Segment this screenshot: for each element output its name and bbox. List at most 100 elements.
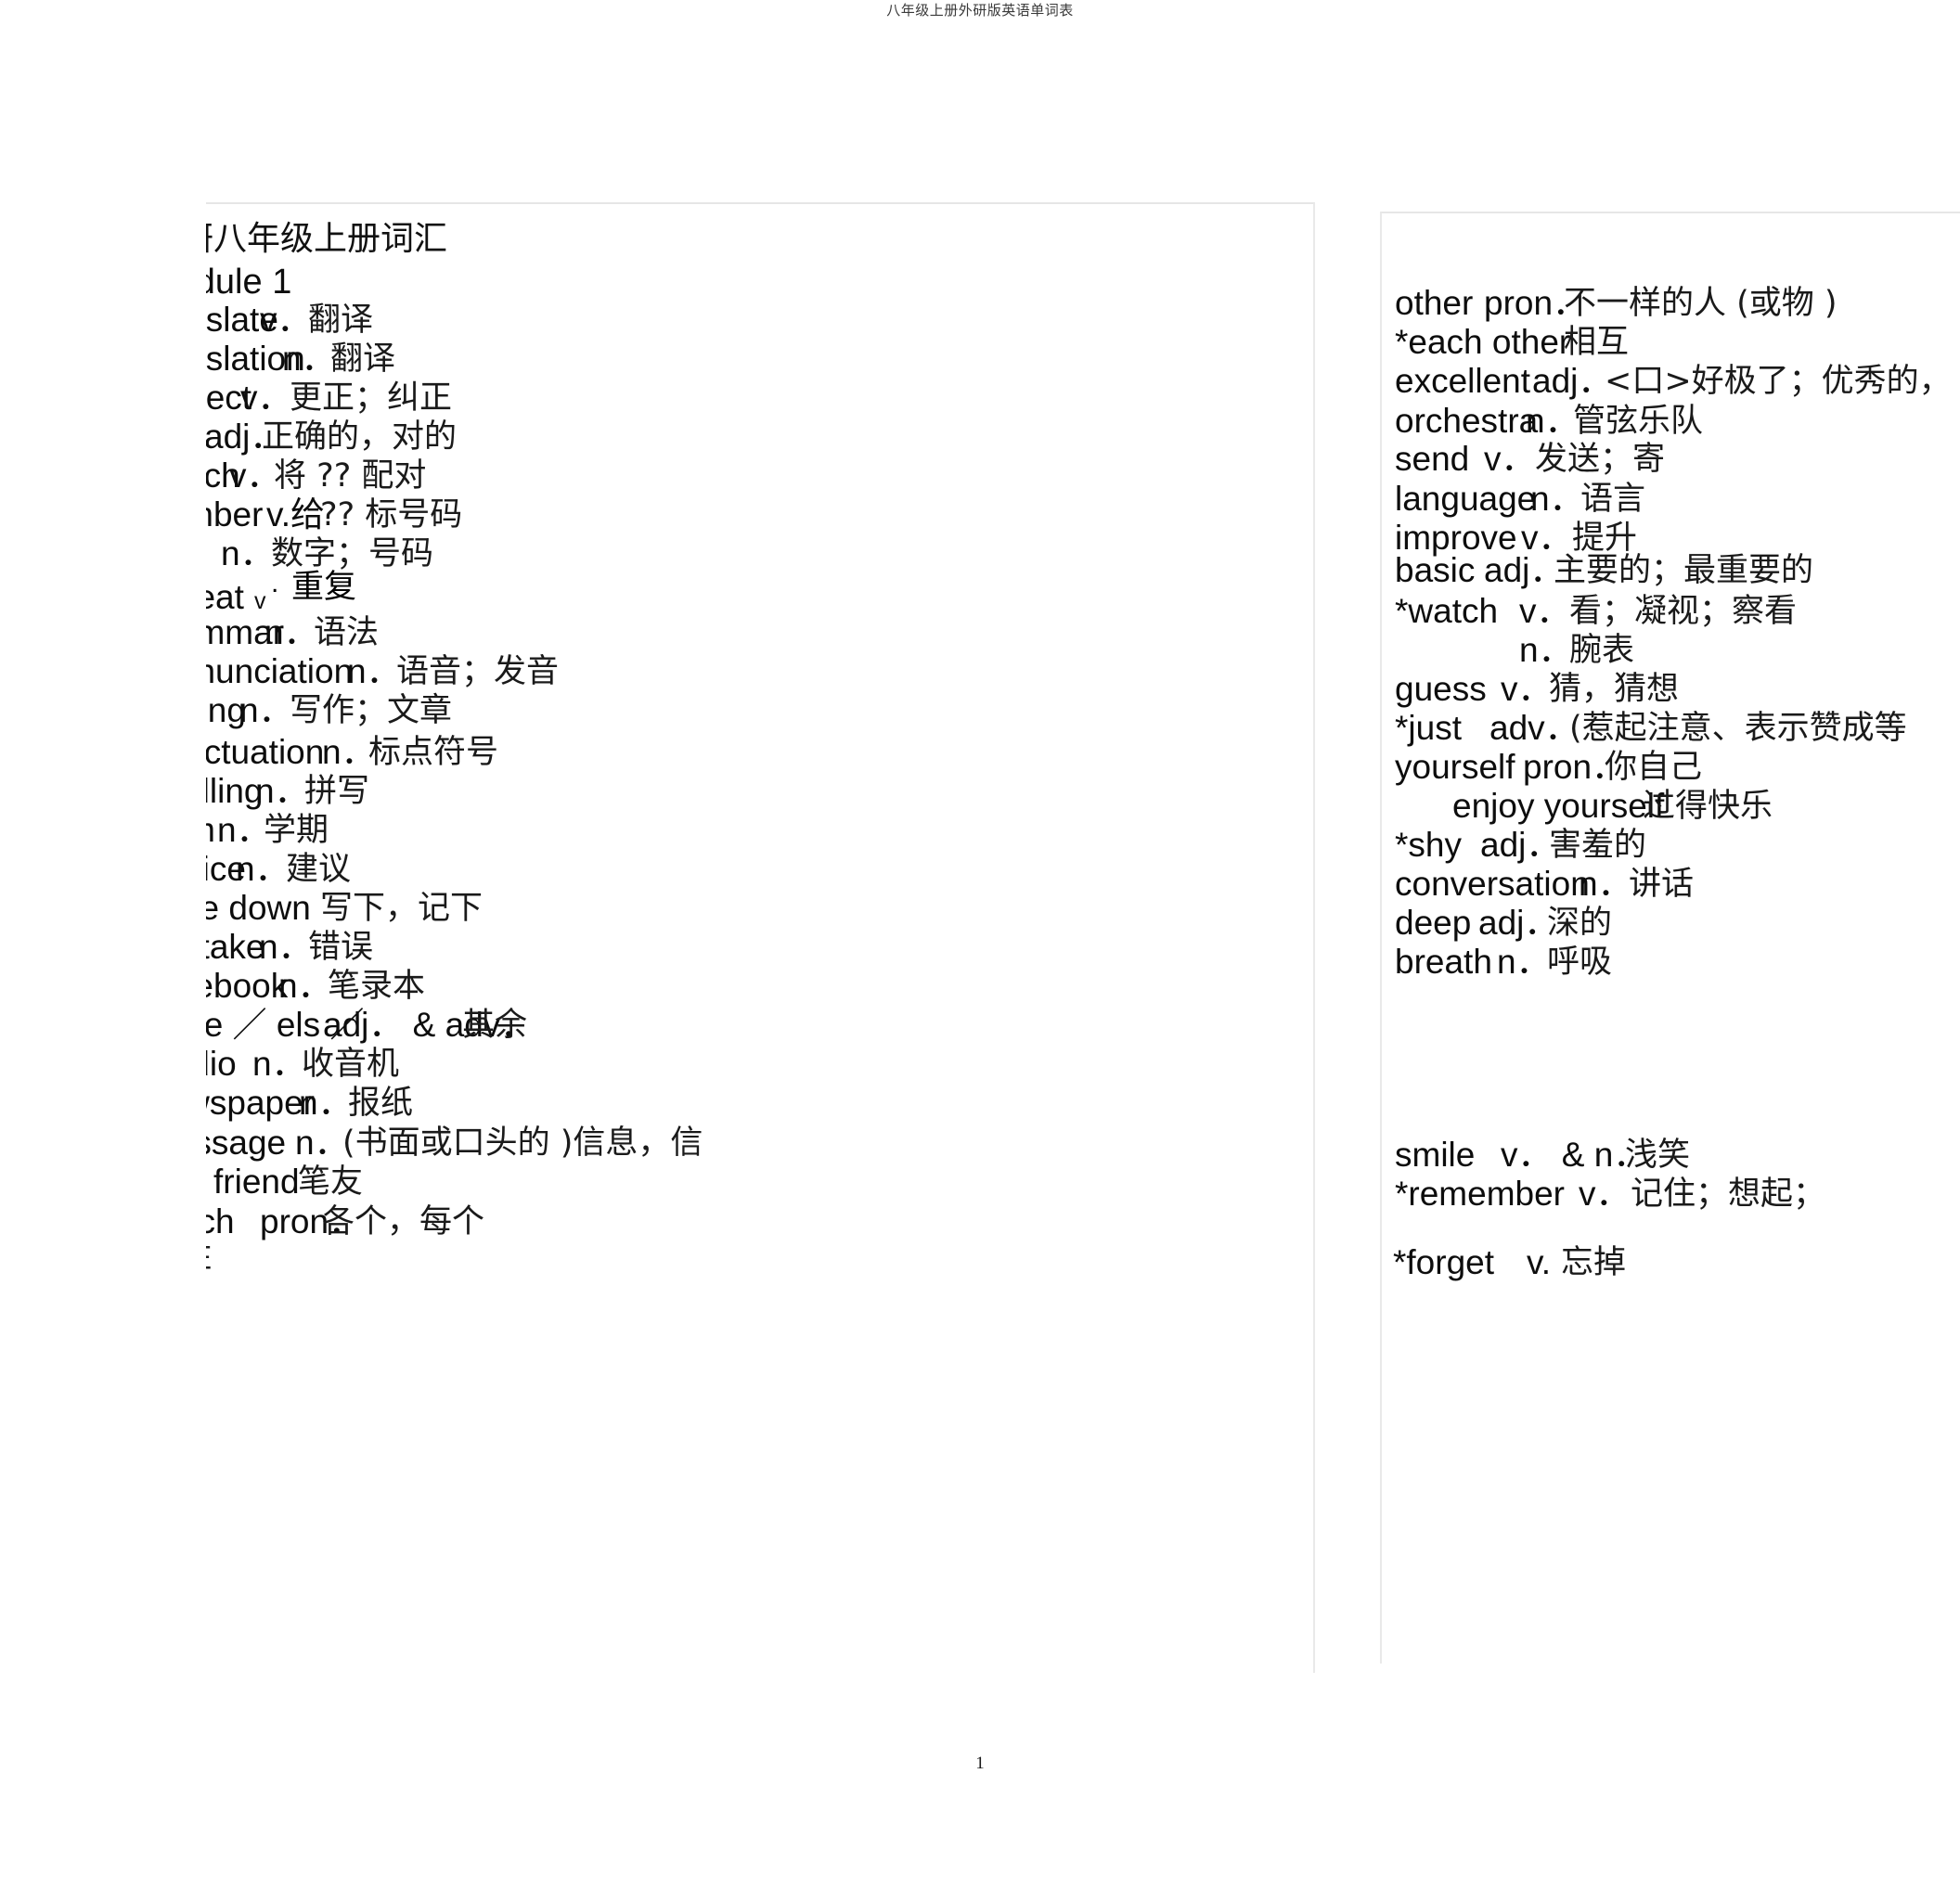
- vocab-entry-word: smile: [1395, 1136, 1476, 1174]
- vocab-entry-meaning: 拼写: [304, 773, 370, 810]
- vocab-entry-word: breath: [1395, 943, 1492, 981]
- vocab-entry-meaning: 翻译: [330, 341, 396, 378]
- vocab-entry-word: other: [1395, 284, 1474, 322]
- vocab-entry-meaning: 笔友: [298, 1163, 364, 1201]
- vocab-entry-word: *just: [1395, 709, 1462, 747]
- vocab-entry-pos: v: [254, 588, 266, 614]
- vocab-entry-meaning: 语法: [314, 614, 380, 651]
- vocab-entry-meaning: 标点符号: [368, 734, 499, 771]
- vocab-entry-meaning: 浅笑: [1625, 1137, 1691, 1174]
- page-number: 1: [975, 1754, 985, 1773]
- vocab-entry-meaning: 错误: [308, 929, 374, 966]
- vocab-entry-word: *radio: [206, 1045, 237, 1083]
- vocab-entry-meaning: <口>好极了；优秀的，: [1605, 363, 1952, 400]
- vocab-entry-meaning: 写下，记下: [320, 890, 484, 927]
- vocab-entry-word: number: [206, 495, 264, 533]
- vocab-entry-pos: n．: [278, 967, 332, 1005]
- vocab-entry-pos: n．: [252, 1045, 306, 1083]
- vocab-entry-meaning: 呼吸: [1547, 944, 1613, 981]
- vocab-entry-word: *watch: [1395, 592, 1499, 630]
- vocab-entry-pos: n．: [299, 1084, 353, 1122]
- vocab-entry-word: *forget: [1393, 1243, 1495, 1281]
- vocab-entry-word: *remember: [1395, 1175, 1565, 1213]
- vocab-entry-meaning: 提升: [1572, 520, 1638, 557]
- vocab-entry-meaning: 相互: [1564, 324, 1630, 361]
- vocab-entry-meaning: 学期: [264, 812, 329, 849]
- vocab-entry-meaning: 笔录本: [328, 968, 426, 1005]
- vocab-entry-word: yourself: [1395, 748, 1515, 786]
- vocab-entry-meaning: 发送；寄: [1535, 441, 1666, 478]
- vocab-entry-word: *shy: [1395, 826, 1462, 864]
- vocab-entry-pos: n．: [236, 850, 290, 888]
- vocab-entry-meaning: 翻译: [308, 302, 374, 339]
- vocab-entry-meaning: 深的: [1547, 905, 1613, 942]
- vocab-entry-pos: n．: [1497, 943, 1551, 981]
- vocab-entry-pos: n．: [1526, 402, 1580, 440]
- vocab-entry-meaning: (惹起注意、表示赞成等: [1569, 710, 1907, 747]
- vocab-entry-pos: n．: [1519, 631, 1573, 669]
- vocab-entry-pos: v．: [1519, 592, 1571, 630]
- vocab-entry-pos: v．: [240, 379, 292, 417]
- left-column-cell: 外研八年级上册词汇 Module 1 translate v． 翻译 trans…: [206, 202, 1315, 1673]
- vocab-entry-meaning: 讲话: [1629, 866, 1695, 903]
- vocab-entry-pos: n．: [255, 772, 309, 810]
- vocab-entry-meaning: 写作；文章: [290, 692, 453, 729]
- vocab-entry-meaning: 语音；发音: [396, 653, 560, 690]
- vocab-entry-word: message: [206, 1124, 287, 1162]
- vocabulary-table: 外研八年级上册词汇 Module 1 translate v． 翻译 trans…: [0, 0, 1960, 1902]
- vocab-entry-meaning: 各个，每个: [322, 1203, 485, 1240]
- vocab-entry-meaning: 记住: [206, 1241, 212, 1274]
- vocab-entry-meaning: 报纸: [348, 1085, 414, 1122]
- vocab-entry-pos: v.: [1527, 1243, 1552, 1281]
- vocab-entry-word: mistake: [206, 928, 265, 966]
- vocab-entry-meaning: 将 ?? 配对: [274, 457, 427, 495]
- vocab-entry-pos: n．: [259, 928, 313, 966]
- vocab-entry-pos: n．: [1579, 865, 1632, 903]
- vocab-entry-pos: adj．: [1532, 362, 1613, 400]
- vocab-entry-word: pronunciation: [206, 652, 354, 690]
- vocab-entry-pos: n．: [295, 1124, 349, 1162]
- vocab-entry-pos: n．: [347, 652, 401, 690]
- vocab-entry-meaning: 记住；想起；: [1631, 1176, 1826, 1213]
- vocab-entry-word: conversation: [1395, 865, 1590, 903]
- vocab-entry-word: repeat: [206, 578, 244, 616]
- vocab-entry-meaning: 看；凝视；察看: [1569, 593, 1798, 630]
- vocab-entry-word: notebook: [206, 967, 289, 1005]
- vocab-entry-meaning: 忘掉: [1561, 1244, 1627, 1281]
- vocab-entry-pos: v．: [1521, 519, 1573, 557]
- vocab-entry-meaning: 你自己: [1605, 749, 1703, 786]
- vocab-entry-word: guess: [1395, 670, 1487, 708]
- vocab-entry-meaning: 正确的，对的: [262, 418, 458, 456]
- vocab-entry-word: deep: [1395, 904, 1472, 942]
- vocab-entry-word: pen friend: [206, 1163, 300, 1201]
- vocab-entry-meaning: 建议: [286, 851, 352, 888]
- vocab-entry-pos-dot: .: [271, 568, 279, 598]
- vocab-entry-pos: v．: [1579, 1175, 1631, 1213]
- vocab-entry-meaning: 过得快乐: [1643, 788, 1773, 825]
- vocab-entry-meaning: 更正；纠正: [290, 379, 453, 417]
- vocab-entry-pos: adv．: [1489, 709, 1580, 747]
- vocab-entry-word: write down: [206, 889, 311, 927]
- vocab-entry-pos: n．: [221, 534, 275, 572]
- vocab-entry-word: term: [206, 813, 215, 847]
- vocab-entry-meaning: 主要的；最重要的: [1554, 552, 1814, 589]
- vocab-entry-meaning: 腕表: [1569, 632, 1635, 669]
- vocab-entry-word: basic: [1395, 551, 1476, 589]
- vocab-entry-word: punctuation: [206, 733, 325, 771]
- vocab-entry-meaning: ?? 标号码: [320, 496, 463, 533]
- right-column-cell: other pron． 不一样的人 (或物 ) *each other 相互 e…: [1380, 212, 1960, 1664]
- vocab-entry-pos: v.给: [266, 495, 326, 533]
- vocab-entry-pos: n．: [282, 340, 336, 378]
- vocab-entry-pos: n．: [264, 613, 318, 651]
- vocab-entry-word: language: [1395, 480, 1537, 518]
- vocab-entry-meaning: 不一样的人 (或物 ): [1564, 285, 1838, 322]
- vocab-entry-word: improve: [1395, 519, 1517, 557]
- vocab-entry-word: *each other: [1395, 323, 1571, 361]
- vocab-entry-pos: v．: [1501, 670, 1553, 708]
- vocab-entry-pos: n．: [1530, 480, 1584, 518]
- vocab-entry-meaning: 语言: [1580, 481, 1646, 518]
- vocab-entry-meaning: 猜，猜想: [1549, 671, 1680, 708]
- vocab-entry-word: send: [1395, 440, 1470, 478]
- vocab-entry-pos: v．: [1484, 440, 1536, 478]
- vocab-entry-meaning: 其余: [462, 1007, 528, 1044]
